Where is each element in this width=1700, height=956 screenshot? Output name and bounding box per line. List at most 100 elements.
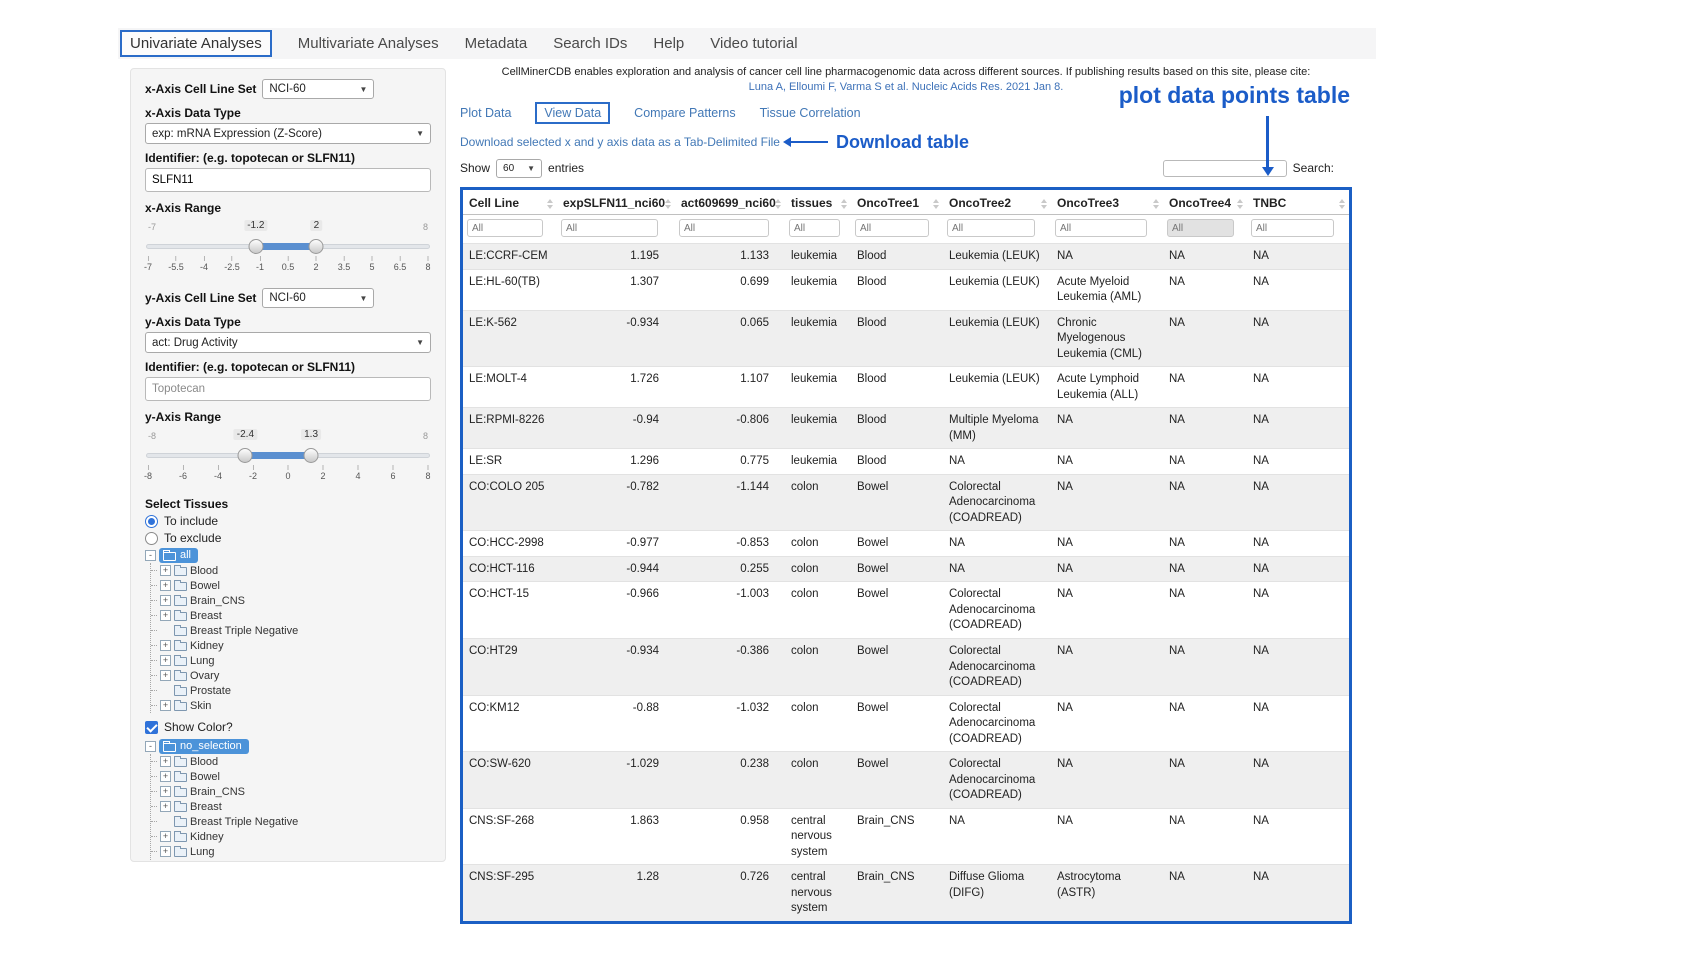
expand-icon[interactable]: + [160,801,171,812]
column-header-tissues[interactable]: tissues [785,190,851,215]
y-range-slider[interactable]: -8 8 -2.4 1.3 -8-6-4-202468 [146,427,430,487]
nav-tab-metadata[interactable]: Metadata [465,35,528,52]
tissue-tree-root-all[interactable]: all [159,548,198,563]
tree-item-prostate[interactable]: Prostate [151,683,431,698]
sort-icon[interactable] [1153,199,1159,209]
column-header-oncotree4[interactable]: OncoTree4 [1163,190,1247,215]
column-header-expslfn11-nci60[interactable]: expSLFN11_nci60 [557,190,675,215]
filter-input-tnbc[interactable] [1251,219,1334,237]
expand-icon[interactable]: + [160,565,171,576]
filter-input-oncotree3[interactable] [1055,219,1147,237]
x-data-type-select[interactable]: exp: mRNA Expression (Z-Score) ▼ [145,123,431,144]
table-row-co-hct-15[interactable]: CO:HCT-15-0.966-1.003colonBowelColorecta… [463,582,1349,639]
table-row-le-rpmi-8226[interactable]: LE:RPMI-8226-0.94-0.806leukemiaBloodMult… [463,408,1349,449]
column-header-oncotree1[interactable]: OncoTree1 [851,190,943,215]
table-row-le-ccrf-cem[interactable]: LE:CCRF-CEM1.1951.133leukemiaBloodLeukem… [463,244,1349,270]
tree-item-lung[interactable]: +Lung [151,653,431,668]
tree-item-bowel[interactable]: +Bowel [151,578,431,593]
table-row-le-molt-4[interactable]: LE:MOLT-41.7261.107leukemiaBloodLeukemia… [463,367,1349,408]
table-row-le-hl-60-tb[interactable]: LE:HL-60(TB)1.3070.699leukemiaBloodLeuke… [463,269,1349,310]
x-range-slider[interactable]: -7 8 -1.2 2 -7-5.5-4-2.5-10.523.556.58 [146,218,430,278]
expand-icon[interactable]: + [160,756,171,767]
tree-item-breast[interactable]: +Breast [151,608,431,623]
nav-tab-multivariate-analyses[interactable]: Multivariate Analyses [298,35,439,52]
expand-icon[interactable]: + [160,831,171,842]
sort-icon[interactable] [1041,199,1047,209]
y-range-handle-high[interactable] [304,448,319,463]
nav-tab-help[interactable]: Help [653,35,684,52]
sort-icon[interactable] [665,199,671,209]
radio-to-exclude[interactable]: To exclude [145,531,431,545]
column-header-oncotree3[interactable]: OncoTree3 [1051,190,1163,215]
tree-item-blood[interactable]: +Blood [151,563,431,578]
column-header-oncotree2[interactable]: OncoTree2 [943,190,1051,215]
nav-tab-univariate-analyses[interactable]: Univariate Analyses [120,30,272,57]
table-row-cns-sf-268[interactable]: CNS:SF-2681.8630.958central nervous syst… [463,808,1349,865]
table-row-co-km12[interactable]: CO:KM12-0.88-1.032colonBowelColorectal A… [463,695,1349,752]
sort-icon[interactable] [775,199,781,209]
y-identifier-input[interactable] [145,377,431,401]
entries-per-page-select[interactable]: 60 ▼ [496,159,542,178]
tree-item-kidney[interactable]: +Kidney [151,829,431,844]
tree-item-breast-triple-negative[interactable]: Breast Triple Negative [151,623,431,638]
sort-icon[interactable] [933,199,939,209]
expand-icon[interactable]: + [160,861,171,862]
tree-item-breast[interactable]: +Breast [151,799,431,814]
x-range-handle-low[interactable] [248,239,263,254]
column-header-act609699-nci60[interactable]: act609699_nci60 [675,190,785,215]
download-tab-delimited-link[interactable]: Download selected x and y axis data as a… [460,135,780,149]
radio-to-include[interactable]: To include [145,514,431,528]
filter-input-cell-line[interactable] [467,219,543,237]
view-tab-plot-data[interactable]: Plot Data [460,106,511,120]
filter-input-oncotree1[interactable] [855,219,929,237]
expand-icon[interactable]: + [160,771,171,782]
table-row-le-k-562[interactable]: LE:K-562-0.9340.065leukemiaBloodLeukemia… [463,310,1349,367]
collapse-icon[interactable]: - [145,741,156,752]
tree-item-ovary[interactable]: +Ovary [151,668,431,683]
expand-icon[interactable]: + [160,670,171,681]
filter-input-expslfn11-nci60[interactable] [561,219,658,237]
tree-item-brain-cns[interactable]: +Brain_CNS [151,593,431,608]
tissue-tree-root-no-selection[interactable]: no_selection [159,739,249,754]
expand-icon[interactable]: + [160,610,171,621]
y-cell-line-set-select[interactable]: NCI-60 ▼ [262,288,374,308]
expand-icon[interactable]: + [160,580,171,591]
sort-icon[interactable] [1339,199,1345,209]
nav-tab-search-ids[interactable]: Search IDs [553,35,627,52]
column-header-tnbc[interactable]: TNBC [1247,190,1349,215]
table-row-co-hct-116[interactable]: CO:HCT-116-0.9440.255colonBowelNANANANA [463,556,1349,582]
y-range-handle-low[interactable] [238,448,253,463]
x-identifier-input[interactable] [145,168,431,192]
view-tab-tissue-correlation[interactable]: Tissue Correlation [760,106,861,120]
x-range-handle-high[interactable] [309,239,324,254]
tree-item-kidney[interactable]: +Kidney [151,638,431,653]
tree-item-breast-triple-negative[interactable]: Breast Triple Negative [151,814,431,829]
tree-item-brain-cns[interactable]: +Brain_CNS [151,784,431,799]
table-row-co-ht29[interactable]: CO:HT29-0.934-0.386colonBowelColorectal … [463,638,1349,695]
tree-item-lung[interactable]: +Lung [151,844,431,859]
table-row-co-sw-620[interactable]: CO:SW-620-1.0290.238colonBowelColorectal… [463,752,1349,809]
table-row-co-colo-205[interactable]: CO:COLO 205-0.782-1.144colonBowelColorec… [463,474,1349,531]
tree-item-ovary[interactable]: +Ovary [151,859,431,862]
expand-icon[interactable]: + [160,640,171,651]
expand-icon[interactable]: + [160,595,171,606]
tree-item-skin[interactable]: +Skin [151,698,431,713]
sort-icon[interactable] [547,199,553,209]
table-row-cns-sf-295[interactable]: CNS:SF-2951.280.726central nervous syste… [463,865,1349,921]
expand-icon[interactable]: + [160,700,171,711]
view-tab-view-data[interactable]: View Data [535,102,610,124]
view-tab-compare-patterns[interactable]: Compare Patterns [634,106,735,120]
sort-icon[interactable] [1237,199,1243,209]
table-row-le-sr[interactable]: LE:SR1.2960.775leukemiaBloodNANANANA [463,449,1349,475]
x-cell-line-set-select[interactable]: NCI-60 ▼ [262,79,374,99]
sort-icon[interactable] [841,199,847,209]
expand-icon[interactable]: + [160,786,171,797]
filter-input-tissues[interactable] [789,219,840,237]
nav-tab-video-tutorial[interactable]: Video tutorial [710,35,797,52]
y-data-type-select[interactable]: act: Drug Activity ▼ [145,332,431,353]
filter-input-oncotree4[interactable] [1167,219,1234,237]
column-header-cell-line[interactable]: Cell Line [463,190,557,215]
tree-item-bowel[interactable]: +Bowel [151,769,431,784]
filter-input-oncotree2[interactable] [947,219,1035,237]
tree-item-blood[interactable]: +Blood [151,754,431,769]
